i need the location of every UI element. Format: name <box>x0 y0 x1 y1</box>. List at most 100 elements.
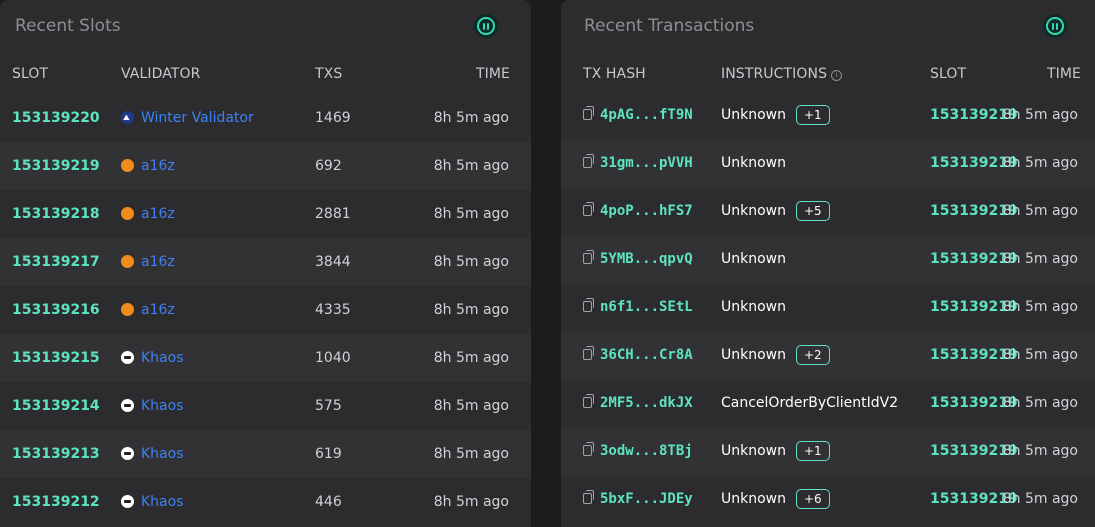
txs-column-header: TXS <box>315 66 343 82</box>
tx-hash-link[interactable]: n6f1...SEtL <box>600 299 693 315</box>
pause-slots-button[interactable] <box>474 14 498 38</box>
validator-link[interactable]: a16z <box>141 206 175 222</box>
tx-hash-cell: 5bxF...JDEy <box>583 475 693 523</box>
copy-icon[interactable] <box>583 154 594 168</box>
extra-instructions-badge[interactable]: +5 <box>796 201 830 221</box>
tx-time-column-header: TIME <box>1047 66 1082 82</box>
tx-time: 8h 5m ago <box>1002 203 1078 219</box>
copy-icon[interactable] <box>583 442 594 456</box>
slot-time: 8h 5m ago <box>433 254 509 270</box>
tx-hash-cell: n6f1...SEtL <box>583 283 693 331</box>
tx-count: 692 <box>315 158 342 174</box>
recent-slots-title: Recent Slots <box>15 16 121 36</box>
tx-hash-link[interactable]: 4pAG...fT9N <box>600 107 693 123</box>
pause-transactions-button[interactable] <box>1043 14 1067 38</box>
tx-count: 1040 <box>315 350 351 366</box>
slot-link[interactable]: 153139212 <box>12 478 100 526</box>
dashboard: Recent Slots SLOT VALIDATOR TXS TIME 153… <box>0 0 1095 527</box>
slot-row: 153139216 a16z 4335 8h 5m ago <box>0 286 531 334</box>
tx-hash-link[interactable]: 5bxF...JDEy <box>600 491 693 507</box>
validator-cell: Khaos <box>121 382 184 430</box>
instruction-name: Unknown <box>721 251 786 267</box>
validator-link[interactable]: a16z <box>141 254 175 270</box>
slot-column-header: SLOT <box>12 66 49 82</box>
tx-hash-link[interactable]: 31gm...pVVH <box>600 155 693 171</box>
slot-link[interactable]: 153139214 <box>12 382 100 430</box>
copy-icon[interactable] <box>583 202 594 216</box>
slot-link[interactable]: 153139219 <box>12 142 100 190</box>
extra-instructions-badge[interactable]: +1 <box>796 105 830 125</box>
validator-link[interactable]: Winter Validator <box>141 110 254 126</box>
tx-hash-link[interactable]: 5YMB...qpvQ <box>600 251 693 267</box>
transaction-row: 2MF5...dkJX CancelOrderByClientIdV2 153139… <box>561 379 1095 427</box>
tx-time: 8h 5m ago <box>1002 107 1078 123</box>
validator-link[interactable]: a16z <box>141 158 175 174</box>
slot-time: 8h 5m ago <box>433 398 509 414</box>
transaction-row: 31gm...pVVH Unknown 153139219 8h 5m ago <box>561 139 1095 187</box>
slot-link[interactable]: 153139217 <box>12 238 100 286</box>
tx-hash-cell: 5YMB...qpvQ <box>583 235 693 283</box>
copy-icon[interactable] <box>583 106 594 120</box>
instruction-name: Unknown <box>721 443 786 459</box>
pause-icon <box>1046 17 1064 35</box>
tx-hash-link[interactable]: 36CH...Cr8A <box>600 347 693 363</box>
instructions-header-label: INSTRUCTIONS <box>721 66 828 82</box>
slot-link[interactable]: 153139213 <box>12 430 100 478</box>
tx-time: 8h 5m ago <box>1002 347 1078 363</box>
validator-link[interactable]: Khaos <box>141 398 184 414</box>
tx-count: 619 <box>315 446 342 462</box>
validator-cell: a16z <box>121 190 175 238</box>
slot-link[interactable]: 153139220 <box>12 94 100 142</box>
slot-link[interactable]: 153139216 <box>12 286 100 334</box>
tx-hash-cell: 4poP...hFS7 <box>583 187 693 235</box>
instruction-name: Unknown <box>721 203 786 219</box>
validator-cell: Khaos <box>121 478 184 526</box>
copy-icon[interactable] <box>583 250 594 264</box>
recent-transactions-panel: Recent Transactions TX HASH INSTRUCTIONS… <box>561 0 1095 527</box>
validator-cell: Khaos <box>121 430 184 478</box>
tx-hash-column-header: TX HASH <box>583 66 646 82</box>
slot-time: 8h 5m ago <box>433 350 509 366</box>
validator-column-header: VALIDATOR <box>121 66 201 82</box>
tx-hash-cell: 4pAG...fT9N <box>583 91 693 139</box>
info-icon[interactable]: i <box>831 70 843 81</box>
khaos-icon <box>121 399 134 412</box>
copy-icon[interactable] <box>583 346 594 360</box>
tx-count: 446 <box>315 494 342 510</box>
transaction-row: 5YMB...qpvQ Unknown 153139219 8h 5m ago <box>561 235 1095 283</box>
tx-hash-link[interactable]: 3odw...8TBj <box>600 443 693 459</box>
copy-icon[interactable] <box>583 490 594 504</box>
tx-count: 1469 <box>315 110 351 126</box>
tx-hash-cell: 2MF5...dkJX <box>583 379 693 427</box>
validator-link[interactable]: a16z <box>141 302 175 318</box>
validator-link[interactable]: Khaos <box>141 494 184 510</box>
validator-cell: a16z <box>121 238 175 286</box>
transaction-row: 36CH...Cr8A Unknown +2 153139219 8h 5m ago <box>561 331 1095 379</box>
slot-time: 8h 5m ago <box>433 446 509 462</box>
instruction-name: CancelOrderByClientIdV2 <box>721 395 899 411</box>
copy-icon[interactable] <box>583 298 594 312</box>
tx-count: 4335 <box>315 302 351 318</box>
slot-link[interactable]: 153139218 <box>12 190 100 238</box>
tx-time: 8h 5m ago <box>1002 251 1078 267</box>
tx-hash-link[interactable]: 2MF5...dkJX <box>600 395 693 411</box>
a16z-icon <box>121 303 134 316</box>
instruction-cell: Unknown +1 <box>721 91 830 139</box>
validator-link[interactable]: Khaos <box>141 350 184 366</box>
tx-hash-cell: 3odw...8TBj <box>583 427 693 475</box>
a16z-icon <box>121 255 134 268</box>
slot-row: 153139212 Khaos 446 8h 5m ago <box>0 478 531 526</box>
extra-instructions-badge[interactable]: +1 <box>796 441 830 461</box>
validator-link[interactable]: Khaos <box>141 446 184 462</box>
extra-instructions-badge[interactable]: +6 <box>796 489 830 509</box>
transaction-row: 5bxF...JDEy Unknown +6 153139219 8h 5m ago <box>561 475 1095 523</box>
instruction-name: Unknown <box>721 299 786 315</box>
tx-hash-link[interactable]: 4poP...hFS7 <box>600 203 693 219</box>
validator-cell: a16z <box>121 286 175 334</box>
copy-icon[interactable] <box>583 394 594 408</box>
slot-time: 8h 5m ago <box>433 158 509 174</box>
slot-link[interactable]: 153139215 <box>12 334 100 382</box>
instruction-cell: Unknown +6 <box>721 475 830 523</box>
instruction-cell: Unknown <box>721 139 786 187</box>
extra-instructions-badge[interactable]: +2 <box>796 345 830 365</box>
